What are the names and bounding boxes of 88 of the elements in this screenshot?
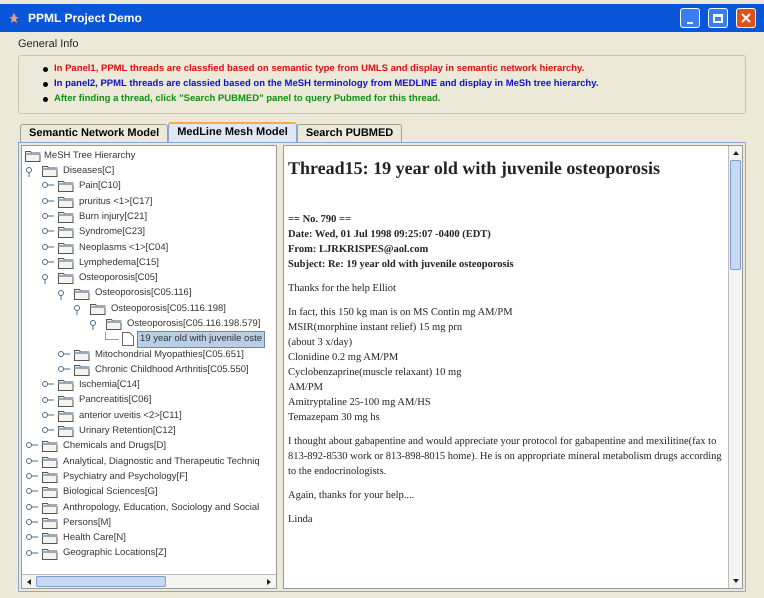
tree-item[interactable]: Chronic Childhood Arthritis[C05.550] (93, 362, 251, 378)
tree-item[interactable]: 19 year old with juvenile oste (137, 331, 265, 348)
folder-icon (58, 242, 74, 254)
folder-icon (58, 226, 74, 238)
folder-icon (58, 425, 74, 438)
info-text: After finding a thread, click "Search PUBMED" panel to query Pubmed for this thread. (54, 92, 440, 106)
tab[interactable]: Search PUBMED (296, 124, 402, 142)
scroll-thumb[interactable] (730, 160, 741, 270)
header-line: Date: Wed, 01 Jul 1998 09:25:07 -0400 (EDT) (288, 228, 492, 242)
folder-icon (58, 394, 74, 407)
tree-item[interactable]: Psychiatry and Psychology[F] (61, 470, 190, 484)
tree-item[interactable]: Analytical, Diagnostic and Therapeutic Techniq (61, 454, 262, 469)
app-icon (8, 12, 20, 24)
document-icon (122, 332, 134, 346)
header-line: From: LJRKRISPES@aol.com (288, 242, 430, 256)
message-text: MSIR(morphine instant relief) 15 mg prn (288, 320, 464, 334)
vertical-scrollbar[interactable] (728, 146, 742, 588)
tree-item[interactable]: Chemicals and Drugs[D] (61, 439, 168, 454)
tree-item[interactable]: Pancreatitis[C06] (77, 393, 154, 408)
message-text: Again, thanks for your help.... (288, 488, 416, 502)
folder-icon (58, 211, 74, 224)
tree-item[interactable]: Pain[C10] (77, 179, 123, 194)
tree-item[interactable]: Osteoporosis[C05.116.198.579] (125, 316, 262, 332)
tree-item[interactable]: Burn injury[C21] (77, 210, 150, 224)
message-text: Thanks for the help Elliot (288, 282, 397, 296)
folder-icon (106, 318, 122, 330)
folder-icon (58, 196, 74, 208)
folder-icon (42, 456, 58, 468)
header-line: Subject: Re: 19 year old with juvenile osteoporosis (288, 258, 515, 272)
scroll-thumb[interactable] (36, 576, 166, 587)
tree-item[interactable]: Neoplasms <1>[C04] (77, 240, 170, 255)
tree-item[interactable]: Geographic Locations[Z] (61, 546, 169, 561)
folder-icon (42, 532, 58, 544)
tree-item[interactable]: Syndrome[C23] (77, 225, 148, 240)
tree-item[interactable]: Health Care[N] (61, 531, 128, 546)
tree-item[interactable]: Ischemia[C14] (77, 378, 142, 392)
tab[interactable]: MedLine Mesh Model (168, 122, 297, 142)
folder-icon (25, 150, 41, 162)
maximize-button[interactable] (708, 8, 728, 28)
folder-icon (58, 379, 74, 392)
tree-item[interactable]: Osteoporosis[C05.116.198] (109, 302, 228, 316)
minimize-button[interactable] (680, 8, 700, 28)
folder-icon (42, 165, 58, 178)
folder-icon (90, 302, 106, 315)
folder-icon (42, 471, 58, 484)
folder-icon (42, 440, 58, 452)
message-text: In fact, this 150 kg man is on MS Contin mg AM/PM (288, 306, 514, 320)
folder-icon (42, 516, 58, 529)
folder-icon (42, 502, 58, 514)
header-line: == No. 790 == (288, 212, 352, 226)
message-text: AM/PM (288, 380, 324, 394)
tree-item[interactable]: Osteoporosis[C05.116] (93, 286, 194, 301)
tree-item[interactable]: anterior uveitis <2>[C11] (77, 408, 184, 424)
tree-item[interactable]: Urinary Retention[C12] (77, 424, 178, 438)
folder-icon (74, 348, 90, 361)
folder-icon (74, 288, 90, 300)
folder-icon (58, 410, 74, 422)
folder-icon (58, 256, 74, 269)
tree-item[interactable]: pruritus <1>[C17] (77, 194, 154, 209)
info-text: In Panel1, PPML threads are classfied based on semantic type from UMLS and display in semantic network hierarchy. (54, 62, 584, 76)
tree-item[interactable]: Mitochondrial Myopathies[C05.651] (93, 348, 246, 362)
message-text: Clonidine 0.2 mg AM/PM (288, 350, 400, 364)
group-title: General Info (18, 37, 80, 52)
message-text: Cyclobenzaprine(muscle relaxant) 10 mg (288, 366, 462, 380)
message-text: Amitryptaline 25-100 mg AM/HS (288, 396, 432, 410)
folder-icon (74, 364, 90, 376)
info-text: In panel2, PPML threads are classied based on the MeSH terminology from MEDLINE and display in MeSh tree hierarchy. (54, 76, 598, 91)
horizontal-scrollbar[interactable] (22, 574, 276, 588)
message-text: I thought about gabapentine and would appreciate your protocol for gabapentine and mexilitine(fax to 813-892-8530 work or 813-898-8015 home). He is on appropriate mineral metabolism drugs according to the endocrinologists. (288, 434, 723, 478)
folder-icon (42, 548, 58, 560)
tree-item[interactable]: Persons[M] (61, 516, 114, 530)
tree-item[interactable]: Diseases[C] (61, 164, 116, 178)
folder-icon (58, 272, 74, 284)
folder-icon (42, 486, 58, 498)
message-text: (about 3 x/day) (288, 336, 354, 350)
tree-root[interactable]: MeSH Tree Hierarchy (44, 148, 136, 164)
tree-item[interactable]: Osteoporosis[C05] (77, 271, 160, 286)
tree-item[interactable]: Anthropology, Education, Sociology and Social (61, 500, 262, 515)
window-title: PPML Project Demo (28, 10, 143, 27)
tab[interactable]: Semantic Network Model (20, 124, 168, 142)
thread-title: Thread15: 19 year old with juvenile osteoporosis (288, 156, 662, 180)
tree-item[interactable]: Biological Sciences[G] (61, 485, 160, 500)
close-button[interactable] (736, 8, 756, 28)
message-text: Temazepam 30 mg hs (288, 410, 381, 424)
folder-icon (58, 180, 74, 192)
close-icon (741, 13, 751, 23)
tree-item[interactable]: Lymphedema[C15] (77, 256, 161, 270)
message-text: Linda (288, 512, 314, 526)
